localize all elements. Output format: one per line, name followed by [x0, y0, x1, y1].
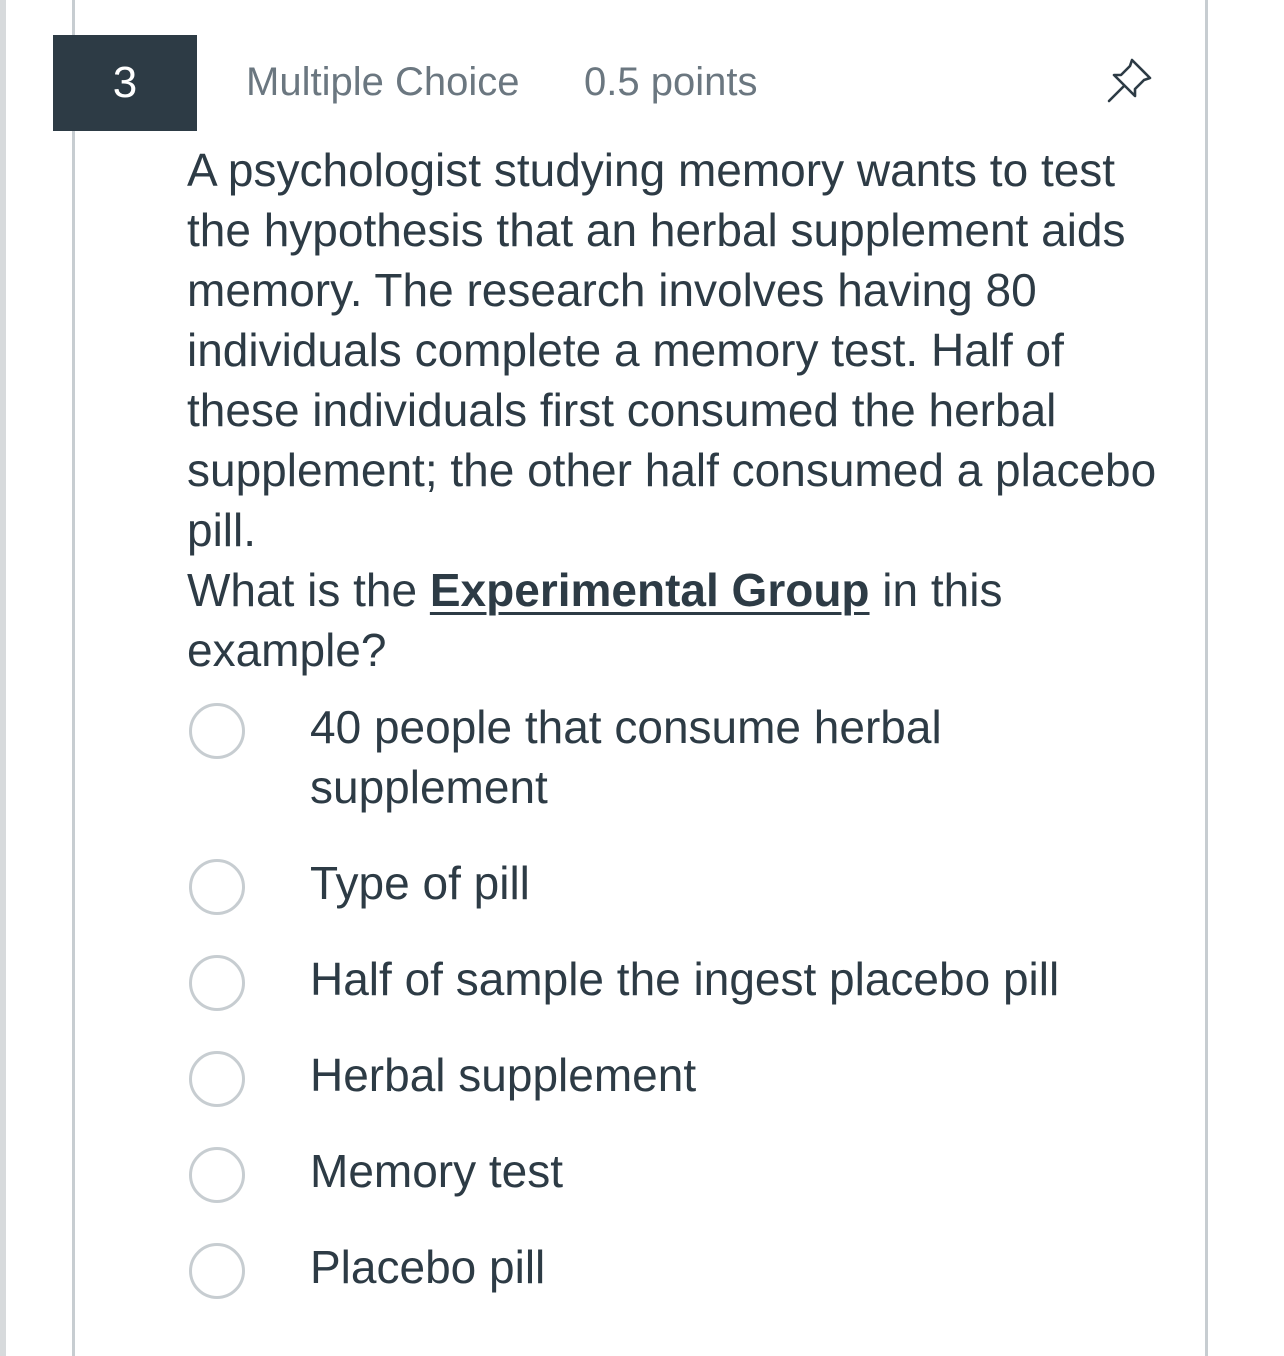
- left-divider: [0, 0, 6, 1356]
- question-points: 0.5 points: [584, 60, 758, 104]
- question-type: Multiple Choice: [246, 60, 520, 104]
- answer-option[interactable]: 40 people that consume herbal supplement: [187, 701, 1177, 823]
- radio-button[interactable]: [189, 1051, 245, 1107]
- question-number-badge: 3: [53, 35, 197, 131]
- answer-option-label[interactable]: Half of sample the ingest placebo pill: [310, 949, 1130, 1009]
- prompt-before: What is the: [187, 564, 430, 616]
- radio-button[interactable]: [189, 1147, 245, 1203]
- prompt-emphasis: Experimental Group: [429, 564, 870, 616]
- quiz-page: 3 Multiple Choice 0.5 points A psycholog…: [0, 0, 1284, 1356]
- answer-option[interactable]: Herbal supplement: [187, 1049, 1177, 1111]
- answer-option-label[interactable]: Herbal supplement: [310, 1045, 1130, 1105]
- answer-option-label[interactable]: Type of pill: [310, 853, 1130, 913]
- question-body: A psychologist studying memory wants to …: [187, 144, 1157, 556]
- radio-button[interactable]: [189, 1243, 245, 1299]
- pushpin-icon[interactable]: [1102, 52, 1158, 108]
- answer-option[interactable]: Placebo pill: [187, 1241, 1177, 1303]
- radio-button[interactable]: [189, 703, 245, 759]
- question-prompt: What is the Experimental Group in this e…: [187, 560, 1187, 680]
- question-text: A psychologist studying memory wants to …: [187, 140, 1187, 680]
- radio-button[interactable]: [189, 955, 245, 1011]
- answer-option[interactable]: Half of sample the ingest placebo pill: [187, 953, 1177, 1015]
- answer-option[interactable]: Memory test: [187, 1145, 1177, 1207]
- radio-button[interactable]: [189, 859, 245, 915]
- answer-option-label[interactable]: 40 people that consume herbal supplement: [310, 697, 1130, 817]
- answer-option-label[interactable]: Memory test: [310, 1141, 1130, 1201]
- answer-option[interactable]: Type of pill: [187, 857, 1177, 919]
- answer-option-label[interactable]: Placebo pill: [310, 1237, 1130, 1297]
